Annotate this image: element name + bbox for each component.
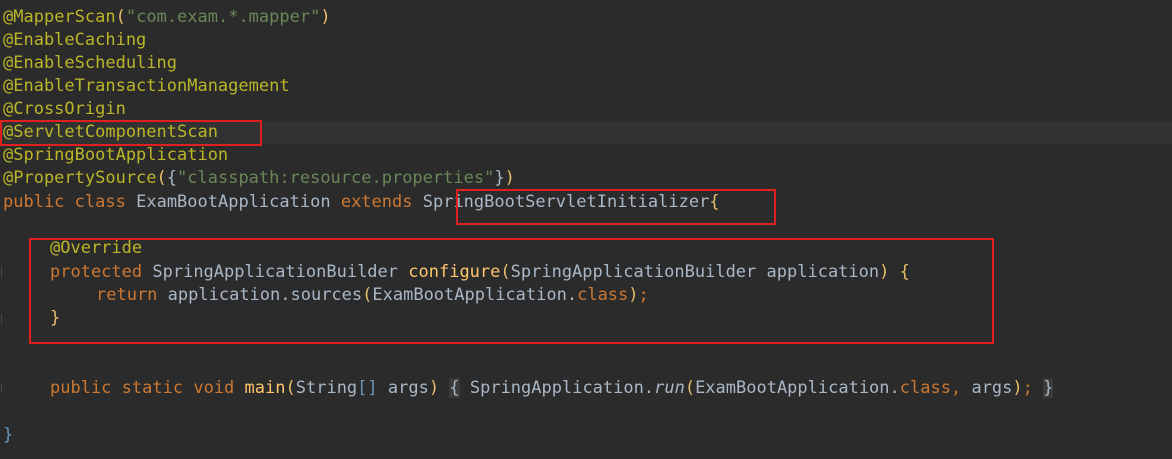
string-literal: "classpath:resource.properties" [177, 168, 495, 188]
keyword-static: static [121, 378, 184, 398]
code-line-2[interactable]: @EnableCaching [3, 29, 146, 52]
arg-name: args [971, 378, 1013, 398]
param-name: args [387, 378, 429, 398]
keyword-class: class [899, 378, 951, 398]
annotation-mapperscan: MapperScan [13, 7, 116, 27]
class-brace-close: } [3, 425, 14, 445]
code-line-4[interactable]: @EnableTransactionManagement [3, 75, 290, 98]
code-line-1[interactable]: @MapperScan("com.exam.*.mapper") [3, 6, 331, 29]
keyword-void: void [193, 378, 235, 398]
brace-open: { [166, 168, 178, 188]
code-line-7[interactable]: @SpringBootApplication [3, 144, 228, 167]
comma: , [950, 378, 962, 398]
class-name: ExamBootApplication [136, 192, 331, 212]
keyword-class: class [74, 192, 126, 212]
paren-open: ( [684, 378, 696, 398]
code-line-5[interactable]: @CrossOrigin [3, 98, 126, 121]
code-line-8[interactable]: @PropertySource({"classpath:resource.pro… [3, 167, 515, 190]
semicolon: ; [1022, 378, 1033, 398]
code-line-16[interactable]: public static void main(String[] args) {… [50, 377, 1054, 400]
keyword-public: public [3, 192, 65, 212]
highlight-box-servletinitializer [456, 189, 776, 225]
array-brackets: [] [357, 378, 378, 398]
param-type: String [295, 378, 358, 398]
paren-close: ) [428, 378, 440, 398]
paren-close: ) [504, 168, 515, 188]
highlight-box-servletcomponentscan [0, 120, 262, 146]
highlight-box-configure-method [29, 238, 994, 344]
annotation-at: @ [3, 7, 14, 27]
code-line-18[interactable]: } [3, 424, 13, 447]
folded-brace-open[interactable]: { [449, 378, 460, 398]
annotation-enablecaching: @EnableCaching [3, 30, 147, 50]
paren-open: ( [285, 378, 296, 398]
keyword-extends: extends [340, 192, 413, 212]
code-editor[interactable]: @MapperScan("com.exam.*.mapper") @Enable… [0, 0, 1172, 459]
fold-marker-icon[interactable] [1, 267, 8, 277]
fold-marker-icon[interactable] [1, 314, 8, 324]
code-line-3[interactable]: @EnableScheduling [3, 52, 177, 75]
brace-close: } [494, 168, 505, 188]
annotation-enabletransactionmanagement: @EnableTransactionManagement [3, 76, 290, 96]
annotation-springbootapplication: @SpringBootApplication [3, 145, 229, 165]
class-ref: ExamBootApplication. [695, 378, 900, 398]
string-literal: "com.exam.*.mapper" [125, 7, 321, 27]
paren-open: ( [115, 7, 126, 27]
paren-open: ( [156, 168, 167, 188]
method-main: main [244, 378, 286, 398]
paren-close: ) [1012, 378, 1023, 398]
annotation-propertysource: @PropertySource [3, 168, 157, 188]
class-ref: SpringApplication. [469, 378, 655, 398]
method-run: run [654, 378, 685, 398]
keyword-public: public [50, 378, 112, 398]
folded-brace-close[interactable]: } [1043, 378, 1054, 398]
fold-marker-icon[interactable] [1, 383, 8, 393]
paren-close: ) [320, 7, 331, 27]
annotation-crossorigin: @CrossOrigin [3, 99, 126, 119]
annotation-enablescheduling: @EnableScheduling [3, 53, 177, 73]
